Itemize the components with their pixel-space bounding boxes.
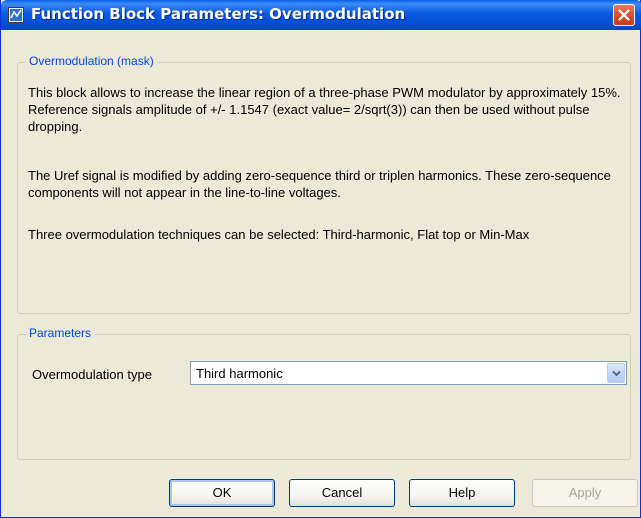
overmodulation-type-value: Third harmonic bbox=[196, 366, 283, 381]
overmodulation-type-select[interactable]: Third harmonic bbox=[190, 361, 627, 385]
close-button[interactable] bbox=[613, 4, 635, 26]
parameters-group-legend: Parameters bbox=[26, 326, 95, 340]
overmodulation-type-label: Overmodulation type bbox=[32, 367, 152, 382]
cancel-button[interactable]: Cancel bbox=[289, 479, 395, 507]
help-button[interactable]: Help bbox=[409, 479, 515, 507]
title-bar[interactable]: Function Block Parameters: Overmodulatio… bbox=[1, 0, 641, 30]
apply-button[interactable]: Apply bbox=[532, 479, 638, 507]
mask-description-paragraph-2: The Uref signal is modified by adding ze… bbox=[28, 168, 611, 200]
close-icon bbox=[618, 9, 630, 21]
mask-description-paragraph-1: This block allows to increase the linear… bbox=[28, 85, 621, 134]
window-title: Function Block Parameters: Overmodulatio… bbox=[31, 5, 406, 23]
parameters-group: Parameters bbox=[17, 326, 631, 460]
dialog-window: Function Block Parameters: Overmodulatio… bbox=[0, 0, 641, 518]
mask-description-paragraph-3: Three overmodulation techniques can be s… bbox=[28, 227, 530, 242]
dropdown-arrow-button[interactable] bbox=[607, 363, 625, 383]
ok-button[interactable]: OK bbox=[169, 479, 275, 507]
simulink-block-icon bbox=[8, 7, 24, 23]
mask-group-legend: Overmodulation (mask) bbox=[26, 54, 157, 68]
chevron-down-icon bbox=[612, 370, 621, 377]
